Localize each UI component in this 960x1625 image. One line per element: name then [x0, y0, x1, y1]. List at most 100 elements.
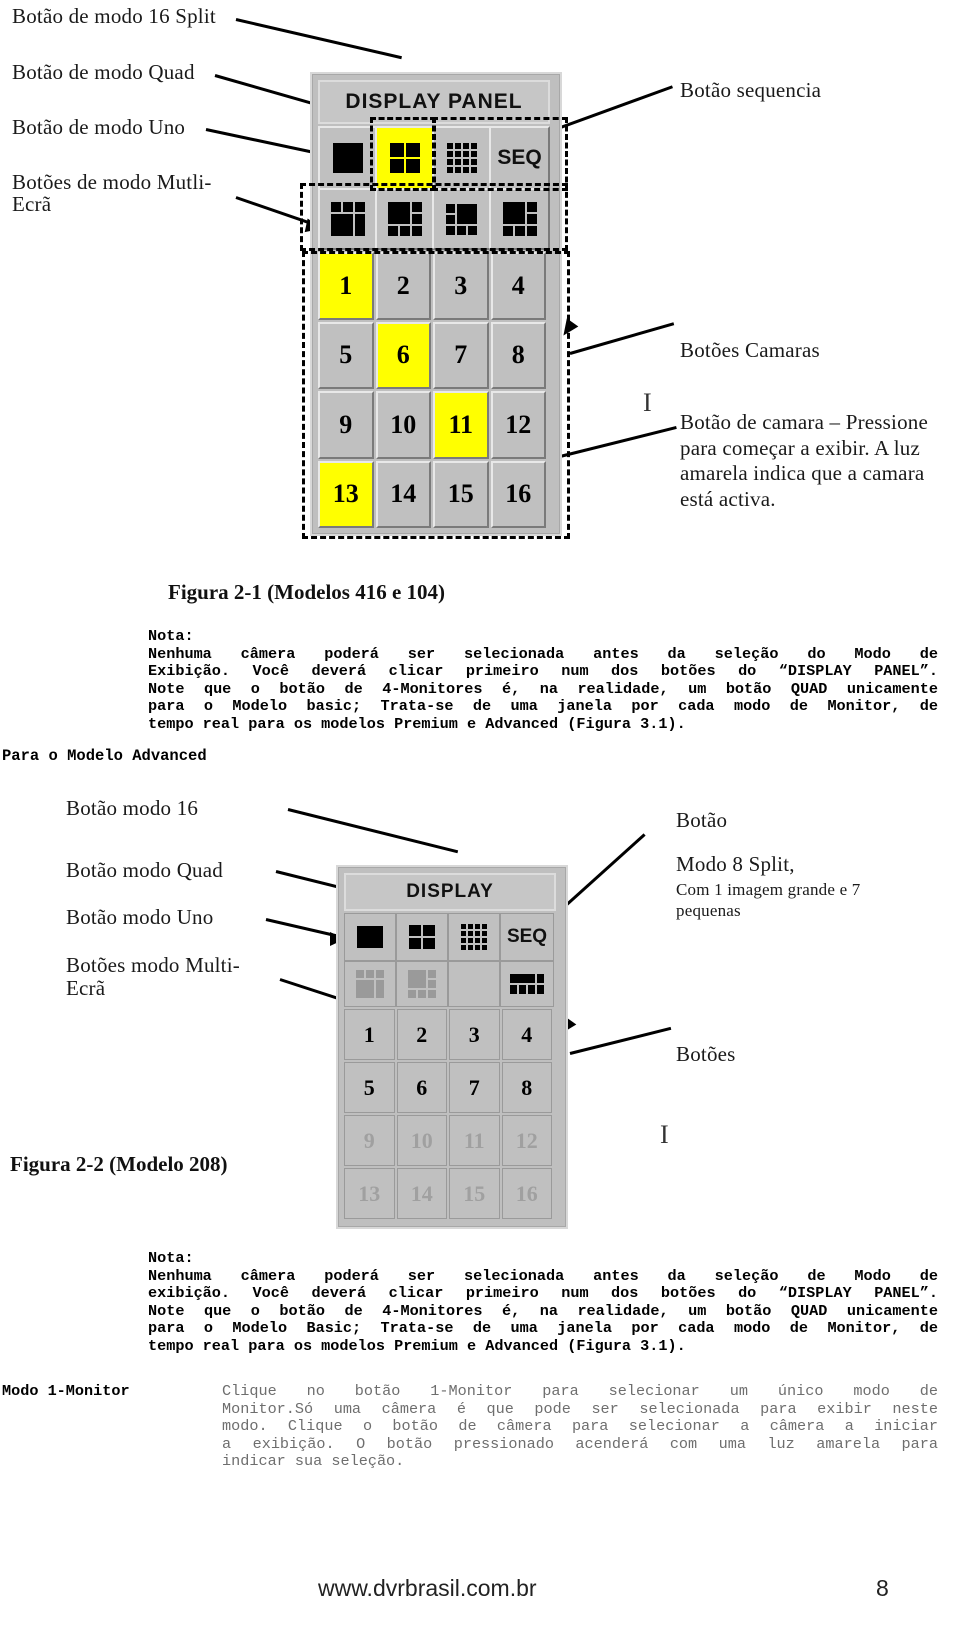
- fig2-label-buttons: Botões: [676, 1042, 736, 1066]
- camera-button[interactable]: 4: [490, 252, 546, 320]
- display-panel-2: DISPLAY SEQ 1 2 3 4 5 6 7 8 9 10 11 12 1…: [336, 865, 568, 1229]
- multi-mode-button-4[interactable]: [489, 188, 550, 250]
- display-panel-2-title-bar: DISPLAY: [344, 873, 556, 911]
- note-1-line: Note que o botão de 4-Monitores é, na re…: [148, 679, 938, 698]
- sixteen-split-mode-icon: [446, 143, 477, 173]
- camera-button[interactable]: 12: [490, 391, 546, 459]
- camera-button[interactable]: 5: [318, 321, 374, 389]
- mode-button-quad[interactable]: [375, 126, 434, 190]
- mode-button-uno-2[interactable]: [344, 913, 396, 961]
- camera-button[interactable]: 5: [344, 1062, 395, 1113]
- camera-button-disabled: 11: [449, 1115, 500, 1166]
- camera-button[interactable]: 15: [433, 460, 489, 528]
- mode-button-uno[interactable]: [318, 126, 377, 190]
- multi-mode-icon-2-2: [408, 970, 436, 998]
- mode-entry-line: Clique no botão 1-Monitor para seleciona…: [222, 1382, 938, 1400]
- quad-mode-icon: [389, 143, 420, 173]
- display-panel-title: DISPLAY PANEL: [345, 90, 523, 113]
- note-2-line: tempo real para os modelos Premium e Adv…: [148, 1336, 686, 1355]
- leader-line-cameras: [569, 322, 675, 355]
- multi-mode-button-2-1[interactable]: [344, 961, 396, 1007]
- fig2-label-mode8-sub: Com 1 imagem grande e 7 pequenas: [676, 880, 861, 920]
- uno-mode-icon: [332, 143, 363, 173]
- multi-mode-icon-3: [446, 203, 477, 235]
- uno-mode-icon-2: [357, 926, 383, 948]
- camera-button[interactable]: 1: [344, 1009, 395, 1060]
- note-1-line: Nenhuma câmera poderá ser selecionada an…: [148, 644, 938, 663]
- note-1-line: Exibição. Você deverá clicar primeiro nu…: [148, 662, 938, 681]
- camera-button[interactable]: 7: [449, 1062, 500, 1113]
- note-1: Nota: Nenhuma câmera poderá ser selecion…: [148, 627, 938, 734]
- camera-button[interactable]: 7: [433, 321, 489, 389]
- note-2: Nota: Nenhuma câmera poderá ser selecion…: [148, 1249, 938, 1356]
- camera-button[interactable]: 6: [396, 1062, 447, 1113]
- mode-entry-term: Modo 1-Monitor: [2, 1382, 130, 1400]
- camera-button-disabled: 14: [396, 1168, 447, 1219]
- fig2-label-mode8: Modo 8 Split,: [676, 852, 795, 876]
- figure-1: Botão de modo 16 Split Botão de modo Qua…: [0, 0, 960, 615]
- camera-button[interactable]: 16: [490, 460, 546, 528]
- mode-button-16split[interactable]: [432, 126, 491, 190]
- fig1-label-sequence: Botão sequencia: [680, 78, 822, 102]
- camera-button[interactable]: 8: [501, 1062, 552, 1113]
- leader-line-multi: [235, 196, 317, 227]
- fig1-label-cameras: Botões Camaras: [680, 338, 820, 362]
- camera-button[interactable]: 2: [375, 252, 431, 320]
- mode-button-seq-2[interactable]: SEQ: [500, 913, 554, 961]
- note-2-title: Nota:: [148, 1249, 194, 1267]
- camera-button[interactable]: 2: [396, 1009, 447, 1060]
- camera-button[interactable]: 13: [318, 460, 374, 528]
- fig1-label-16split: Botão de modo 16 Split: [12, 4, 216, 28]
- mode-button-seq[interactable]: SEQ: [489, 126, 550, 190]
- footer-site-url[interactable]: www.dvrbrasil.com.br: [318, 1575, 537, 1602]
- camera-button[interactable]: 14: [375, 460, 431, 528]
- text-cursor-ibeam: I: [643, 388, 652, 417]
- multi-mode-button-2-3[interactable]: [448, 961, 500, 1007]
- camera-button[interactable]: 8: [490, 321, 546, 389]
- leader-line-camera-detail: [559, 426, 677, 458]
- mode-entry-line: indicar sua seleção.: [222, 1452, 405, 1471]
- fig2-label-multi-2: Ecrã: [66, 976, 106, 1000]
- fig1-label-quad: Botão de modo Quad: [12, 60, 195, 84]
- leader-line-fig2-buttons: [569, 1026, 672, 1055]
- mode-button-16split-2[interactable]: [448, 913, 500, 961]
- figure-2-caption: Figura 2-2 (Modelo 208): [10, 1152, 228, 1176]
- multi-mode-button-2[interactable]: [375, 188, 434, 250]
- fig2-label-16: Botão modo 16: [66, 796, 199, 820]
- eight-split-mode-icon: [510, 974, 544, 994]
- camera-button[interactable]: 6: [375, 321, 431, 389]
- mode-button-quad-2[interactable]: [396, 913, 448, 961]
- seq-label: SEQ: [497, 146, 542, 169]
- leader-line-sequence: [554, 85, 673, 131]
- camera-button-disabled: 10: [396, 1115, 447, 1166]
- camera-button[interactable]: 10: [375, 391, 431, 459]
- mode-entry-line: a exibição. O botão pressionado acenderá…: [222, 1434, 938, 1453]
- mode-entry-line: Monitor.Só uma câmera é que pode ser sel…: [222, 1399, 938, 1418]
- camera-button[interactable]: 11: [433, 391, 489, 459]
- fig1-label-multi-2: Ecrã: [12, 192, 52, 216]
- text-cursor-ibeam-2: I: [660, 1120, 669, 1149]
- multi-mode-button-1[interactable]: [318, 188, 377, 250]
- camera-button-disabled: 13: [344, 1168, 395, 1219]
- note-1-title: Nota:: [148, 627, 194, 645]
- camera-button-disabled: 12: [501, 1115, 552, 1166]
- mode-button-8split[interactable]: [500, 961, 554, 1007]
- camera-button[interactable]: 1: [318, 252, 374, 320]
- camera-button[interactable]: 9: [318, 391, 374, 459]
- camera-button-grid-1: 1 2 3 4 5 6 7 8 9 10 11 12 13 14 15 16: [318, 252, 546, 528]
- multi-mode-button-3[interactable]: [432, 188, 491, 250]
- sixteen-split-mode-icon-2: [461, 924, 487, 950]
- fig1-label-uno: Botão de modo Uno: [12, 115, 186, 139]
- camera-button[interactable]: 3: [449, 1009, 500, 1060]
- camera-button[interactable]: 3: [433, 252, 489, 320]
- camera-button[interactable]: 4: [501, 1009, 552, 1060]
- multi-mode-icon-2-1: [356, 970, 384, 998]
- figure-1-caption: Figura 2-1 (Modelos 416 e 104): [168, 580, 446, 604]
- note-2-line: Note que o botão de 4-Monitores é, na re…: [148, 1301, 938, 1320]
- multi-mode-icon-4: [502, 202, 537, 236]
- multi-mode-icon-2: [387, 202, 422, 236]
- figure-2: Botão modo 16 Botão modo Quad Botão modo…: [0, 780, 960, 1230]
- display-panel-2-title: DISPLAY: [406, 881, 494, 902]
- multi-mode-button-2-2[interactable]: [396, 961, 448, 1007]
- fig2-label-uno: Botão modo Uno: [66, 905, 214, 929]
